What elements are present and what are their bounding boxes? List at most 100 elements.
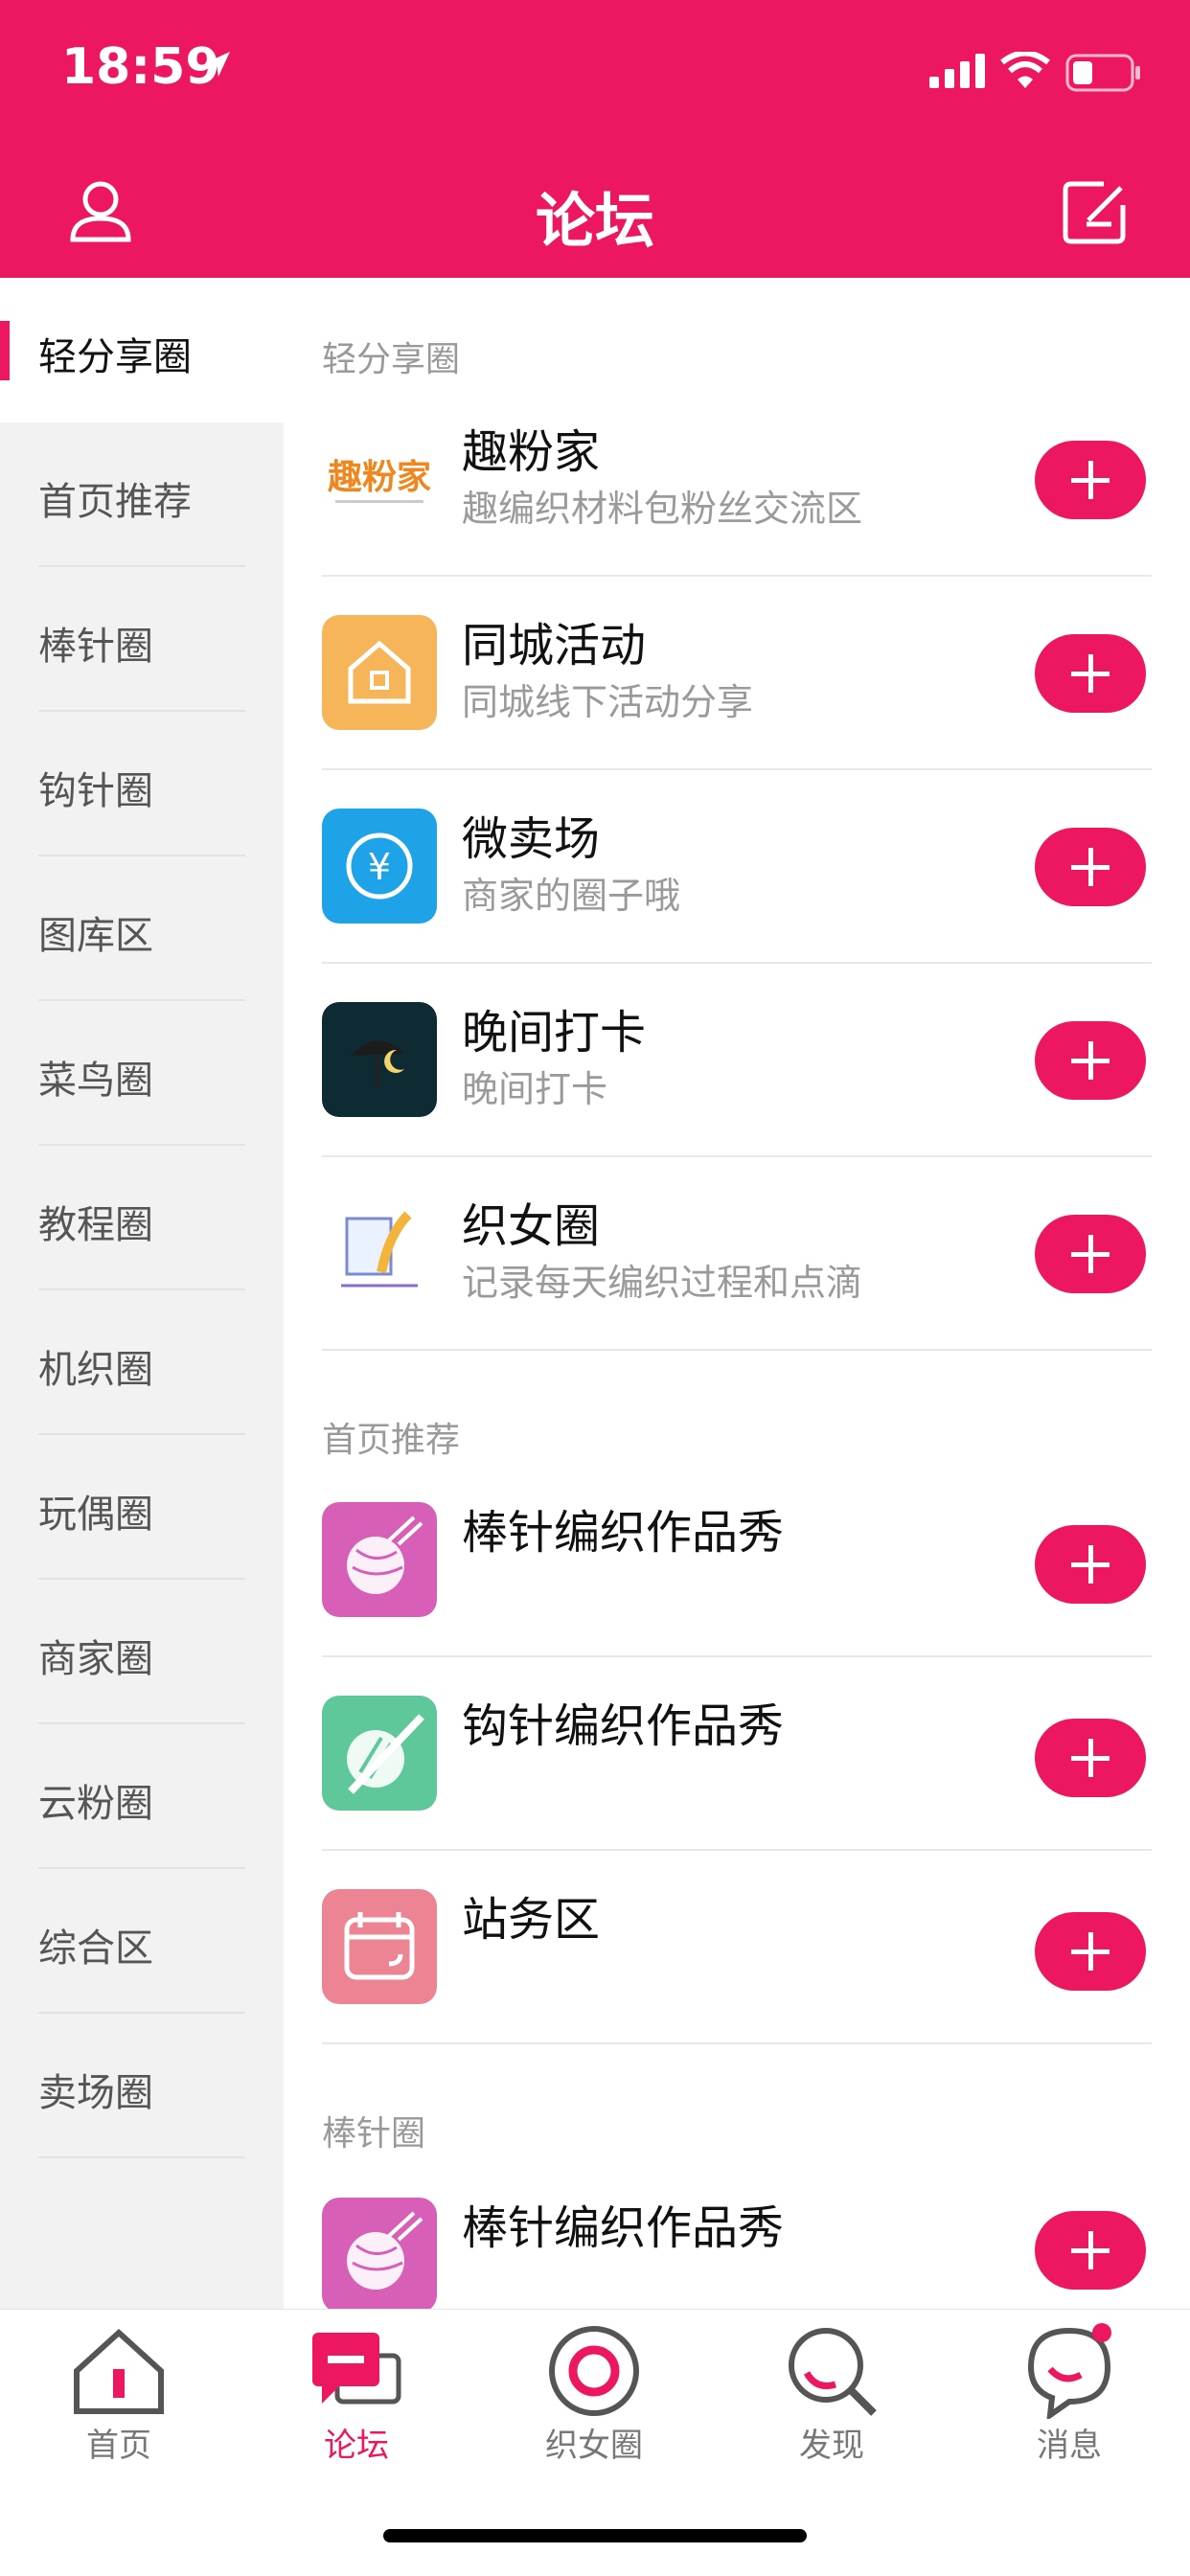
forum-row[interactable]: 钩针编织作品秀 [284,1657,1190,1851]
join-button[interactable] [1035,1021,1146,1100]
sidebar-item-label: 机织圈 [38,1348,153,1392]
status-time: 18:59 [61,38,220,96]
navbar: 论坛 [0,144,1190,278]
forum-name: 趣粉家 [462,425,601,479]
forum-row[interactable]: 织女圈 记录每天编织过程和点滴 [284,1157,1190,1351]
header: 18:59 论坛 [0,0,1190,278]
join-button[interactable] [1035,1912,1146,1991]
active-indicator [0,321,10,380]
forum-name: 棒针编织作品秀 [462,1506,785,1560]
crochet-yarn-icon [322,1696,437,1811]
tab-discover[interactable]: 发现 [713,2310,950,2501]
sidebar-item-qingfenxiang[interactable]: 轻分享圈 [0,278,284,422]
join-button[interactable] [1035,2211,1146,2290]
qufenjia-logo-icon: 趣粉家 [322,422,437,536]
tab-label: 消息 [1037,2427,1102,2465]
paper-feather-icon [322,1196,437,1311]
calendar-icon [322,1889,437,2004]
home-icon [74,2328,164,2414]
forum-name: 棒针编织作品秀 [462,2201,785,2255]
join-button[interactable] [1035,441,1146,519]
sidebar-item-jiaocheng[interactable]: 教程圈 [0,1146,284,1290]
sidebar-item-label: 综合区 [38,1926,153,1971]
forum-desc: 趣编织材料包粉丝交流区 [462,488,863,530]
svg-text:趣粉家: 趣粉家 [328,458,431,497]
join-button[interactable] [1035,828,1146,906]
forum-row[interactable]: 站务区 [284,1851,1190,2044]
sidebar-item-label: 轻分享圈 [38,335,192,379]
message-icon [1027,2323,1111,2419]
sidebar-item-gouzhen[interactable]: 钩针圈 [0,712,284,856]
sidebar-item-label: 钩针圈 [38,769,153,813]
forum-name: 微卖场 [462,812,601,866]
forum-row[interactable]: 棒针编织作品秀 [284,1464,1190,1657]
sidebar-item-label: 图库区 [38,914,153,958]
svg-text:¥: ¥ [368,846,391,888]
forum-list: 轻分享圈 趣粉家 趣粉家 趣编织材料包粉丝交流区 同城活动 同城线下活动分享 ¥… [284,278,1190,2309]
tab-label: 首页 [86,2427,151,2465]
sidebar-item-label: 棒针圈 [38,625,153,669]
tab-label: 发现 [799,2427,864,2465]
tab-forum[interactable]: 论坛 [238,2310,475,2501]
tab-zhinv[interactable]: 织女圈 [475,2310,713,2501]
sidebar-item-jizhi[interactable]: 机织圈 [0,1290,284,1435]
sidebar-item-label: 菜鸟圈 [38,1059,153,1103]
sidebar-item-bangzhen[interactable]: 棒针圈 [0,567,284,712]
join-button[interactable] [1035,1525,1146,1604]
join-button[interactable] [1035,1215,1146,1293]
sidebar: 轻分享圈 首页推荐 棒针圈 钩针圈 图库区 菜鸟圈 教程圈 机织圈 玩偶圈 商家… [0,278,284,2309]
yarn-ball-icon [322,1502,437,1617]
sidebar-item-shangjia[interactable]: 商家圈 [0,1580,284,1724]
forum-desc: 商家的圈子哦 [462,875,681,917]
yen-icon: ¥ [322,809,437,923]
forum-desc: 记录每天编织过程和点滴 [462,1262,863,1304]
home-indicator [383,2529,807,2542]
search-icon [789,2328,877,2416]
forum-icon [312,2333,401,2405]
house-icon [322,615,437,730]
section-header: 轻分享圈 [322,340,461,379]
forum-name: 同城活动 [462,619,647,672]
forum-row[interactable]: ¥ 微卖场 商家的圈子哦 [284,770,1190,964]
tab-messages[interactable]: 消息 [950,2310,1188,2501]
compose-icon[interactable] [1062,178,1129,245]
sidebar-item-tuku[interactable]: 图库区 [0,856,284,1001]
section-header: 棒针圈 [322,2114,426,2154]
sidebar-item-label: 卖场圈 [38,2071,153,2115]
sidebar-item-label: 教程圈 [38,1203,153,1247]
wifi-icon [1000,52,1050,88]
forum-name: 晚间打卡 [462,1006,647,1060]
sidebar-item-label: 玩偶圈 [38,1493,153,1537]
sidebar-item-label: 首页推荐 [38,480,192,524]
signal-icon [929,54,985,88]
sidebar-item-label: 商家圈 [38,1637,153,1681]
forum-name: 站务区 [462,1893,601,1947]
battery-icon [1065,54,1140,92]
forum-row[interactable]: 同城活动 同城线下活动分享 [284,577,1190,770]
tab-label: 论坛 [324,2427,389,2465]
page-title: 论坛 [535,186,654,256]
yarn-ball-icon [322,2198,437,2309]
sidebar-item-yunfen[interactable]: 云粉圈 [0,1724,284,1869]
sidebar-item-cainiao[interactable]: 菜鸟圈 [0,1001,284,1146]
join-button[interactable] [1035,1719,1146,1797]
forum-row[interactable]: 趣粉家 趣粉家 趣编织材料包粉丝交流区 [284,383,1190,577]
circle-icon [549,2326,639,2416]
sidebar-item-shouye-tuijian[interactable]: 首页推荐 [0,422,284,567]
forum-row[interactable]: 棒针编织作品秀 [284,2159,1190,2309]
forum-desc: 同城线下活动分享 [462,681,754,723]
status-bar: 18:59 [0,0,1190,144]
location-arrow-icon [205,52,230,77]
sidebar-item-maichang[interactable]: 卖场圈 [0,2014,284,2158]
moon-umbrella-icon [322,1002,437,1117]
forum-desc: 晚间打卡 [462,1068,608,1110]
forum-name: 织女圈 [462,1199,601,1253]
tab-home[interactable]: 首页 [0,2310,238,2501]
forum-row[interactable]: 晚间打卡 晚间打卡 [284,964,1190,1157]
sidebar-item-zonghe[interactable]: 综合区 [0,1869,284,2014]
tab-label: 织女圈 [545,2427,643,2465]
forum-name: 钩针编织作品秀 [462,1699,785,1753]
section-header: 首页推荐 [322,1421,461,1460]
join-button[interactable] [1035,634,1146,713]
sidebar-item-wanou[interactable]: 玩偶圈 [0,1435,284,1580]
